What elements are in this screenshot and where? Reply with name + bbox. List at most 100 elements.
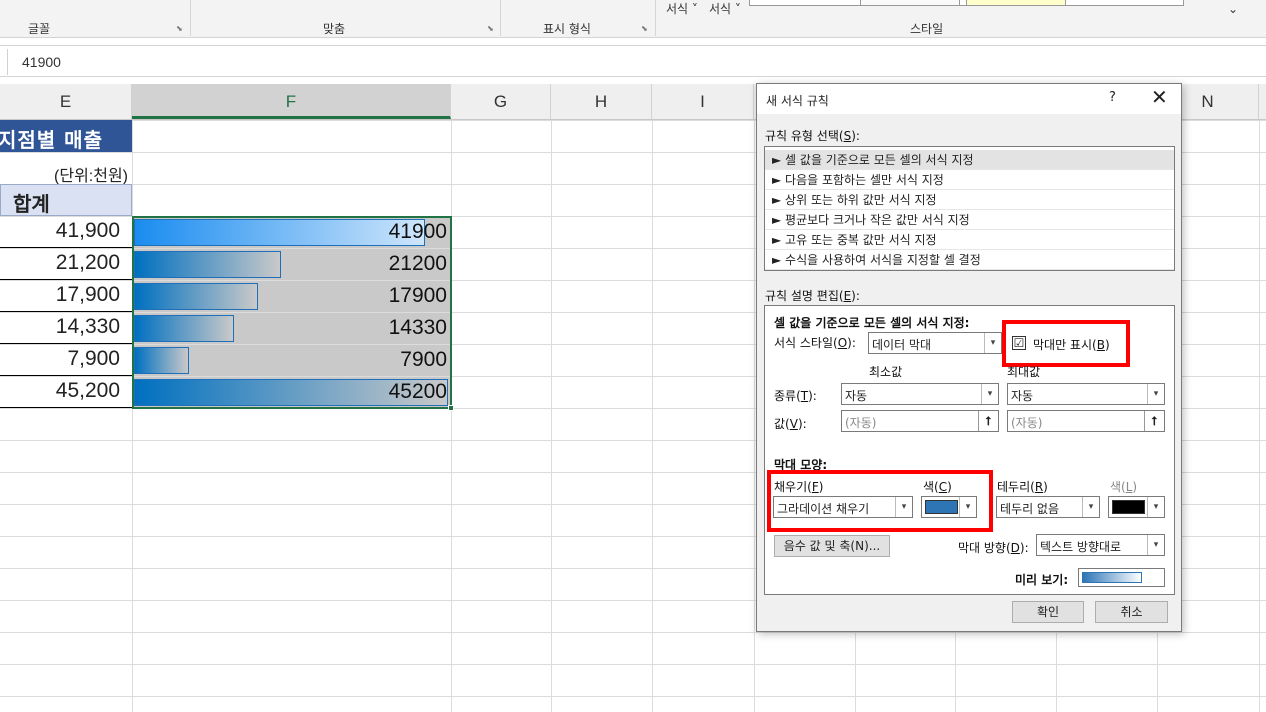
negative-values-axis-button[interactable]: 음수 값 및 축(N)... bbox=[774, 535, 890, 557]
chevron-down-icon: ▾ bbox=[1147, 497, 1164, 517]
ribbon-group-number: 표시 형식 bbox=[543, 22, 591, 36]
edit-rule-label: 규칙 설명 편집(E): bbox=[765, 289, 860, 303]
column-gridline bbox=[652, 120, 653, 712]
sum-header-cell[interactable]: 합계 bbox=[0, 184, 132, 216]
ribbon-group-styles: 스타일 bbox=[910, 22, 944, 36]
format-style-label: 서식 스타일(O): bbox=[774, 336, 856, 350]
close-icon[interactable]: ✕ bbox=[1151, 86, 1168, 108]
max-type-select[interactable]: 자동 ▾ bbox=[1007, 383, 1165, 405]
cancel-button[interactable]: 취소 bbox=[1095, 601, 1168, 623]
border-type-select[interactable]: 테두리 없음 ▾ bbox=[996, 496, 1100, 518]
ribbon-separator bbox=[655, 0, 656, 36]
e-value-cell[interactable]: 41,900 bbox=[56, 219, 120, 243]
cell-border bbox=[0, 311, 132, 312]
column-header-i[interactable]: I bbox=[652, 84, 754, 119]
fill-handle[interactable] bbox=[448, 405, 454, 411]
dialog-title: 새 서식 규칙 bbox=[766, 94, 829, 108]
e-value-cell[interactable]: 21,200 bbox=[56, 251, 120, 275]
column-gridline bbox=[451, 120, 452, 712]
selection-range[interactable] bbox=[132, 216, 452, 409]
title-cell[interactable]: 지점별 매출 bbox=[0, 120, 132, 152]
ribbon-group-align: 맞춤 bbox=[323, 22, 346, 36]
chevron-down-icon: ▾ bbox=[1147, 535, 1164, 555]
conditional-format-button[interactable]: 서식 ˅ bbox=[666, 0, 698, 17]
cell-style-note[interactable] bbox=[966, 0, 1066, 6]
column-header-f[interactable]: F bbox=[132, 84, 451, 119]
chevron-down-icon: ▾ bbox=[984, 333, 1001, 353]
cell-border bbox=[0, 375, 132, 376]
preview-label: 미리 보기: bbox=[1015, 573, 1069, 587]
ribbon-collapse-icon[interactable]: ⌄ bbox=[1228, 2, 1238, 16]
unit-cell[interactable]: (단위:천원) bbox=[54, 162, 128, 186]
rule-type-item[interactable]: ► 셀 값을 기준으로 모든 셀의 서식 지정 bbox=[765, 150, 1174, 170]
cell-border bbox=[0, 279, 132, 280]
ribbon-separator bbox=[500, 0, 501, 36]
name-box[interactable] bbox=[0, 49, 8, 75]
cell-border bbox=[0, 407, 132, 408]
cell-border bbox=[0, 247, 132, 248]
chevron-down-icon: ▾ bbox=[1082, 497, 1099, 517]
rule-type-item[interactable]: ► 상위 또는 하위 값만 서식 지정 bbox=[765, 190, 1174, 210]
help-icon[interactable]: ? bbox=[1109, 90, 1116, 105]
chevron-down-icon: ▾ bbox=[981, 384, 998, 404]
border-label: 테두리(R) bbox=[997, 480, 1048, 494]
border-color-label: 색(L) bbox=[1110, 480, 1138, 494]
number-launcher-icon[interactable]: ⬊ bbox=[641, 24, 648, 33]
bar-direction-select[interactable]: 텍스트 방향대로 ▾ bbox=[1036, 534, 1165, 556]
rule-type-list[interactable]: ► 셀 값을 기준으로 모든 셀의 서식 지정 ► 다음을 포함하는 셀만 서식 … bbox=[764, 146, 1175, 271]
range-select-icon[interactable]: ⭡ bbox=[978, 411, 998, 431]
row-gridline bbox=[0, 632, 1266, 633]
column-header-e[interactable]: E bbox=[0, 84, 132, 119]
e-value-cell[interactable]: 14,330 bbox=[56, 315, 120, 339]
cell-border bbox=[0, 343, 132, 344]
ok-button[interactable]: 확인 bbox=[1012, 601, 1084, 623]
column-header-h[interactable]: H bbox=[551, 84, 652, 119]
e-value-cell[interactable]: 45,200 bbox=[56, 379, 120, 403]
sum-header-text: 합계 bbox=[13, 192, 50, 216]
min-value-input[interactable]: (자동) ⭡ bbox=[841, 410, 999, 432]
formula-value[interactable]: 41900 bbox=[22, 54, 61, 70]
table-format-button[interactable]: 서식 ˅ bbox=[709, 0, 741, 17]
max-value-input[interactable]: (자동) ⭡ bbox=[1007, 410, 1165, 432]
highlight-show-bar-only bbox=[1002, 320, 1130, 367]
column-gridline bbox=[551, 120, 552, 712]
border-color-swatch bbox=[1112, 500, 1145, 514]
min-type-select[interactable]: 자동 ▾ bbox=[841, 383, 999, 405]
highlight-fill-settings bbox=[767, 470, 993, 532]
rule-type-item[interactable]: ► 평균보다 크거나 작은 값만 서식 지정 bbox=[765, 210, 1174, 230]
select-rule-type-label: 규칙 유형 선택(S): bbox=[765, 129, 860, 143]
ribbon: 글꼴 ⬊ 맞춤 ⬊ 표시 형식 ⬊ 서식 ˅ 서식 ˅ 스타일 ⌄ bbox=[0, 0, 1266, 38]
value-label: 값(V): bbox=[774, 417, 807, 431]
rule-type-item[interactable]: ► 고유 또는 중복 값만 서식 지정 bbox=[765, 230, 1174, 250]
new-format-rule-dialog: 새 서식 규칙 ? ✕ 규칙 유형 선택(S): ► 셀 값을 기준으로 모든 … bbox=[756, 83, 1182, 632]
column-gridline bbox=[1259, 120, 1260, 712]
ribbon-separator bbox=[190, 0, 191, 36]
dialog-titlebar[interactable]: 새 서식 규칙 ? ✕ bbox=[757, 84, 1181, 114]
bar-direction-label: 막대 방향(D): bbox=[958, 541, 1029, 555]
row-gridline bbox=[0, 696, 1266, 697]
title-text: 지점별 매출 bbox=[0, 128, 103, 152]
cell-style-normal[interactable] bbox=[860, 0, 960, 6]
rule-type-item[interactable]: ► 수식을 사용하여 서식을 지정할 셀 결정 bbox=[765, 250, 1174, 270]
column-gridline bbox=[132, 120, 133, 712]
format-style-select[interactable]: 데이터 막대 ▾ bbox=[868, 332, 1002, 354]
range-select-icon[interactable]: ⭡ bbox=[1144, 411, 1164, 431]
formula-bar[interactable]: 41900 bbox=[0, 45, 1266, 77]
column-gridline bbox=[754, 120, 755, 712]
column-header-g[interactable]: G bbox=[451, 84, 551, 119]
e-value-cell[interactable]: 7,900 bbox=[67, 347, 120, 371]
chevron-down-icon: ▾ bbox=[1147, 384, 1164, 404]
rule-description-panel: 셀 값을 기준으로 모든 셀의 서식 지정: 서식 스타일(O): 데이터 막대… bbox=[764, 305, 1175, 595]
preview-databar bbox=[1082, 572, 1142, 583]
e-value-cell[interactable]: 17,900 bbox=[56, 283, 120, 307]
align-launcher-icon[interactable]: ⬊ bbox=[487, 24, 494, 33]
border-color-picker[interactable]: ▾ bbox=[1108, 496, 1165, 518]
preview-box bbox=[1078, 568, 1165, 587]
row-gridline bbox=[0, 664, 1266, 665]
rule-type-item[interactable]: ► 다음을 포함하는 셀만 서식 지정 bbox=[765, 170, 1174, 190]
ribbon-group-font: 글꼴 bbox=[28, 22, 51, 36]
section-header: 셀 값을 기준으로 모든 셀의 서식 지정: bbox=[774, 316, 970, 330]
font-launcher-icon[interactable]: ⬊ bbox=[176, 24, 183, 33]
min-header: 최소값 bbox=[869, 365, 903, 379]
type-label: 종류(T): bbox=[774, 389, 817, 403]
